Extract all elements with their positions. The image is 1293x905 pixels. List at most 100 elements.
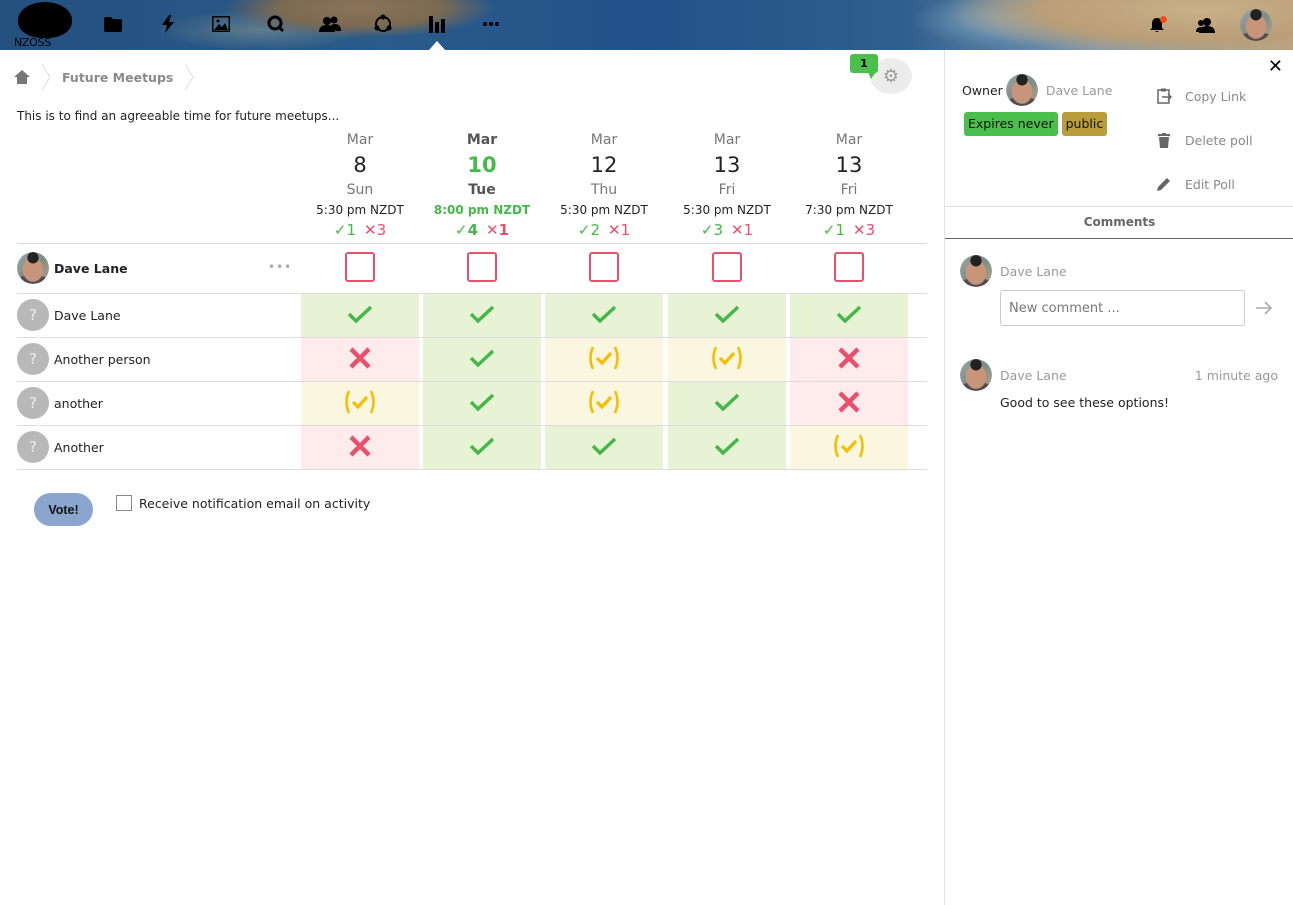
vote-cell-yes [423, 338, 541, 381]
option-time: 8:00 pm NZDT [433, 203, 531, 217]
cross-icon: ✕ [608, 221, 621, 239]
vote-cell-no [301, 426, 419, 469]
row-menu-button[interactable]: ••• [268, 260, 292, 274]
participant-row: ? Another [17, 431, 104, 463]
vote-checkbox[interactable] [467, 252, 497, 282]
comment-count: 1 [860, 57, 868, 70]
option-day: 12 [590, 153, 618, 177]
edit-poll-button[interactable]: Edit Poll [1155, 175, 1235, 193]
user-avatar[interactable] [1240, 9, 1272, 41]
search-icon[interactable] [266, 14, 286, 34]
files-icon[interactable] [103, 14, 123, 34]
check-icon: ✓ [700, 221, 714, 239]
current-user-row: Dave Lane [17, 252, 128, 284]
notify-checkbox[interactable] [116, 495, 132, 511]
photos-icon[interactable] [211, 14, 231, 34]
check-icon [714, 436, 740, 460]
check-icon [591, 436, 617, 460]
option-header: Mar 8 Sun 5:30 pm NZDT ✓1 ✕3 [301, 130, 419, 240]
breadcrumb-separator [41, 64, 51, 90]
vote-checkbox[interactable] [589, 252, 619, 282]
participant-name: another [54, 395, 103, 411]
cross-icon [348, 346, 372, 374]
copy-link-button[interactable]: Copy Link [1155, 87, 1246, 105]
vote-cell-yes [423, 426, 541, 469]
option-counts: ✓2 ✕1 [545, 220, 663, 240]
clipboard-icon [1155, 87, 1173, 105]
poll-description: This is to find an agreeable time for fu… [17, 109, 340, 123]
check-icon: ✓ [822, 221, 836, 239]
option-weekday: Fri [840, 182, 858, 198]
active-nav-indicator [429, 41, 445, 50]
polls-icon[interactable] [427, 14, 447, 34]
yes-count: ✓1 [822, 221, 845, 239]
cross-icon: ✕ [853, 221, 866, 239]
maybe-check-icon [587, 345, 621, 375]
delete-poll-label: Delete poll [1185, 132, 1253, 148]
activity-icon[interactable] [158, 14, 178, 34]
check-icon [714, 304, 740, 328]
vote-checkbox[interactable] [712, 252, 742, 282]
participant-name: Another person [54, 351, 151, 367]
trash-icon [1155, 131, 1173, 149]
option-counts: ✓4 ✕1 [423, 220, 541, 240]
option-month: Mar [466, 132, 498, 148]
check-icon: ✓ [577, 221, 591, 239]
vote-cell-no [790, 382, 908, 425]
row-divider [17, 469, 927, 470]
pencil-icon [1155, 175, 1173, 193]
option-counts: ✓1 ✕3 [301, 220, 419, 240]
vote-cell-yes [668, 426, 786, 469]
more-apps-icon[interactable] [481, 14, 501, 34]
vote-checkbox[interactable] [345, 252, 375, 282]
option-weekday: Sun [346, 182, 374, 198]
vote-checkbox[interactable] [834, 252, 864, 282]
notify-option[interactable]: Receive notification email on activity [116, 495, 370, 511]
delete-poll-button[interactable]: Delete poll [1155, 131, 1253, 149]
nzoss-logo[interactable]: NZOSS [14, 2, 74, 49]
breadcrumb: Future Meetups [14, 64, 205, 90]
send-comment-icon[interactable] [1255, 300, 1275, 320]
logo-text: NZOSS [14, 36, 51, 49]
no-count: ✕3 [364, 221, 387, 239]
yes-count: ✓3 [700, 221, 723, 239]
option-counts: ✓1 ✕3 [790, 220, 908, 240]
vote-button[interactable]: Vote! [34, 493, 93, 526]
owner-name: Dave Lane [1045, 82, 1113, 98]
no-count: ✕1 [486, 221, 510, 239]
home-icon[interactable] [14, 69, 30, 85]
tab-comments[interactable]: Comments [945, 206, 1293, 239]
vote-cell-maybe [790, 426, 908, 469]
owner-avatar [1005, 74, 1038, 106]
new-comment-input[interactable] [1000, 290, 1245, 326]
option-header: Mar 13 Fri 7:30 pm NZDT ✓1 ✕3 [790, 130, 908, 240]
maybe-check-icon [343, 389, 377, 419]
breadcrumb-current[interactable]: Future Meetups [62, 70, 173, 85]
app-header: NZOSS [0, 0, 1293, 50]
anonymous-avatar: ? [17, 387, 49, 419]
vote-cell-no [301, 338, 419, 381]
contacts-menu-icon[interactable] [1195, 14, 1217, 36]
vote-cell-yes [301, 294, 419, 337]
yes-count: ✓2 [577, 221, 600, 239]
circles-icon[interactable] [373, 14, 393, 34]
vote-cell-yes [790, 294, 908, 337]
contacts-icon[interactable] [318, 14, 342, 34]
logo-mark [18, 2, 72, 38]
current-user-name: Dave Lane [54, 260, 128, 276]
option-header: Mar 12 Thu 5:30 pm NZDT ✓2 ✕1 [545, 130, 663, 240]
participant-row: ? Another person [17, 343, 151, 375]
owner-info: Owner Dave Lane [962, 74, 1112, 106]
close-icon[interactable]: ✕ [1268, 56, 1283, 77]
cross-icon [837, 346, 861, 374]
option-month: Mar [590, 132, 618, 148]
current-user-avatar [17, 252, 49, 284]
no-count: ✕3 [853, 221, 876, 239]
option-counts: ✓3 ✕1 [668, 220, 786, 240]
maybe-check-icon [832, 433, 866, 463]
comment-count-badge[interactable]: 1 [850, 54, 878, 79]
commenter-avatar [960, 255, 992, 287]
anonymous-avatar: ? [17, 299, 49, 331]
option-header: Mar 13 Fri 5:30 pm NZDT ✓3 ✕1 [668, 130, 786, 240]
poll-sidebar: ✕ Owner Dave Lane Expires never public C… [944, 50, 1293, 905]
